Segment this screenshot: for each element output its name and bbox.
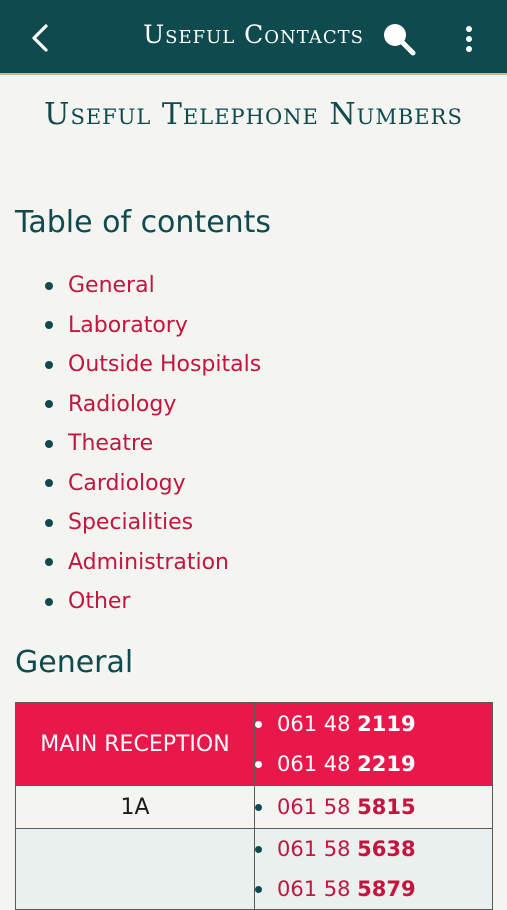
table-row: 061 58 5638 061 58 5879 bbox=[15, 828, 493, 910]
toc-item: Radiology bbox=[45, 385, 261, 425]
phone-prefix: 061 48 bbox=[277, 712, 358, 736]
contact-name: MAIN RECEPTION bbox=[15, 702, 255, 786]
contact-numbers: 061 58 5815 bbox=[254, 785, 493, 829]
toc-link-other[interactable]: Other bbox=[68, 589, 130, 614]
phone-link[interactable]: 061 58 5638 bbox=[277, 837, 416, 861]
bullet bbox=[255, 803, 262, 811]
toc-link-radiology[interactable]: Radiology bbox=[68, 392, 176, 417]
phone-item: 061 58 5815 bbox=[255, 787, 492, 827]
phone-link[interactable]: 061 58 5815 bbox=[277, 795, 416, 819]
table-of-contents: General Laboratory Outside Hospitals Rad… bbox=[45, 266, 261, 622]
table-row: MAIN RECEPTION 061 48 2119 061 48 2219 bbox=[15, 702, 493, 786]
contacts-table: MAIN RECEPTION 061 48 2119 061 48 2219 1… bbox=[15, 702, 493, 910]
phone-prefix: 061 58 bbox=[277, 877, 358, 901]
contact-name bbox=[15, 828, 255, 910]
more-vertical-icon bbox=[466, 26, 472, 52]
bullet bbox=[45, 321, 53, 330]
bullet bbox=[45, 597, 53, 606]
bullet bbox=[45, 439, 53, 448]
toc-item: Cardiology bbox=[45, 464, 261, 504]
app-bar: Useful Contacts bbox=[0, 0, 507, 75]
page-title: Useful Telephone Numbers bbox=[44, 97, 463, 132]
phone-extension: 2219 bbox=[357, 752, 416, 776]
bullet bbox=[255, 720, 262, 728]
search-icon bbox=[384, 24, 416, 56]
contact-numbers: 061 48 2119 061 48 2219 bbox=[254, 702, 493, 786]
phone-prefix: 061 58 bbox=[277, 837, 358, 861]
bullet bbox=[255, 885, 262, 893]
toc-item: Administration bbox=[45, 543, 261, 583]
toc-link-administration[interactable]: Administration bbox=[68, 550, 229, 575]
toc-item: Outside Hospitals bbox=[45, 345, 261, 385]
bullet bbox=[45, 558, 53, 567]
bullet bbox=[255, 760, 262, 768]
toc-link-general[interactable]: General bbox=[68, 273, 155, 298]
toc-item: General bbox=[45, 266, 261, 306]
contact-numbers: 061 58 5638 061 58 5879 bbox=[254, 828, 493, 910]
bullet bbox=[45, 479, 53, 488]
phone-extension: 5638 bbox=[357, 837, 416, 861]
toc-item: Theatre bbox=[45, 424, 261, 464]
overflow-menu-button[interactable] bbox=[455, 22, 483, 56]
bullet bbox=[45, 281, 53, 290]
search-button[interactable] bbox=[380, 20, 418, 58]
phone-link[interactable]: 061 58 5879 bbox=[277, 877, 416, 901]
table-row: 1A 061 58 5815 bbox=[15, 785, 493, 829]
toc-item: Other bbox=[45, 582, 261, 622]
phone-prefix: 061 48 bbox=[277, 752, 358, 776]
phone-item: 061 48 2119 bbox=[255, 704, 492, 744]
phone-item: 061 48 2219 bbox=[255, 744, 492, 784]
toc-link-outside-hospitals[interactable]: Outside Hospitals bbox=[68, 352, 261, 377]
toc-link-theatre[interactable]: Theatre bbox=[68, 431, 153, 456]
phone-extension: 2119 bbox=[357, 712, 416, 736]
toc-link-specialities[interactable]: Specialities bbox=[68, 510, 193, 535]
phone-extension: 5815 bbox=[357, 795, 416, 819]
phone-extension: 5879 bbox=[357, 877, 416, 901]
app-bar-title: Useful Contacts bbox=[143, 20, 364, 49]
toc-link-laboratory[interactable]: Laboratory bbox=[68, 313, 188, 338]
phone-prefix: 061 58 bbox=[277, 795, 358, 819]
bullet bbox=[45, 518, 53, 527]
toc-item: Laboratory bbox=[45, 306, 261, 346]
phone-link[interactable]: 061 48 2219 bbox=[277, 752, 416, 776]
toc-link-cardiology[interactable]: Cardiology bbox=[68, 471, 186, 496]
bullet bbox=[255, 845, 262, 853]
bullet bbox=[45, 360, 53, 369]
section-heading-general: General bbox=[15, 645, 134, 680]
bullet bbox=[45, 400, 53, 409]
phone-item: 061 58 5638 bbox=[255, 829, 492, 869]
phone-item: 061 58 5879 bbox=[255, 869, 492, 909]
toc-item: Specialities bbox=[45, 503, 261, 543]
toc-heading: Table of contents bbox=[15, 205, 272, 240]
phone-link[interactable]: 061 48 2119 bbox=[277, 712, 416, 736]
contact-name: 1A bbox=[15, 785, 255, 829]
